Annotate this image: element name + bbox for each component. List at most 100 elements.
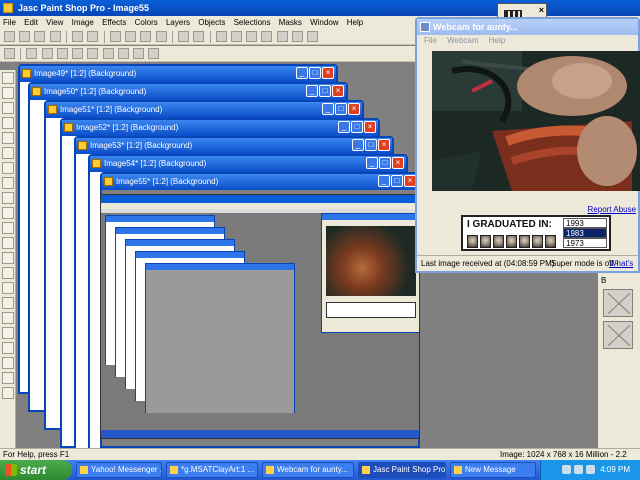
zoom-tool-icon[interactable]	[2, 87, 14, 99]
close-icon[interactable]: ×	[539, 5, 544, 15]
flatten-icon[interactable]	[148, 48, 160, 59]
year-option[interactable]: 1993	[563, 218, 607, 228]
task-yahoo-messenger[interactable]: Yahoo! Messenger ...	[76, 462, 162, 478]
menu-file[interactable]: File	[0, 16, 19, 29]
arrow-tool-icon[interactable]	[2, 72, 14, 84]
deform-tool-icon[interactable]	[2, 102, 14, 114]
preset-shapes-icon[interactable]	[2, 357, 14, 369]
save-icon[interactable]	[34, 31, 46, 42]
copy-icon[interactable]	[125, 31, 137, 42]
browse-icon[interactable]	[155, 31, 167, 42]
minimize-button[interactable]: _	[366, 157, 378, 169]
lasso-tool-icon[interactable]	[2, 162, 14, 174]
webcam-window[interactable]: Webcam for aunty... File Webcam Help Rep…	[415, 17, 640, 284]
menu-view[interactable]: View	[43, 16, 66, 29]
layer-palette-icon[interactable]	[261, 31, 273, 42]
minimize-button[interactable]: _	[322, 103, 334, 115]
document-title-bar[interactable]: Image53* [1:2] (Background) _ □ ×	[76, 138, 392, 154]
menu-image[interactable]: Image	[69, 16, 97, 29]
year-option[interactable]: 1973	[563, 238, 607, 248]
merge-icon[interactable]	[133, 48, 145, 59]
help-icon[interactable]	[307, 31, 319, 42]
picture-tube-tool-icon[interactable]	[2, 297, 14, 309]
brush-variance-icon[interactable]	[26, 48, 38, 59]
maximize-button[interactable]: □	[351, 121, 363, 133]
task-new-message[interactable]: New Message	[450, 462, 536, 478]
screen-capture-icon[interactable]	[178, 31, 190, 42]
webcam-menu-file[interactable]: File	[420, 36, 441, 45]
maximize-button[interactable]: □	[391, 175, 403, 187]
document-title-bar[interactable]: Image55* [1:2] (Background) _ □ ×	[102, 174, 418, 190]
minimize-button[interactable]: _	[338, 121, 350, 133]
minimize-button[interactable]: _	[378, 175, 390, 187]
picture-tube-icon[interactable]	[41, 48, 53, 59]
new-file-icon[interactable]	[4, 31, 15, 42]
year-list[interactable]: 1993 1983 1973	[563, 218, 607, 248]
maximize-button[interactable]: □	[379, 157, 391, 169]
undo-icon[interactable]	[72, 31, 84, 42]
clock[interactable]: 4:09 PM	[600, 465, 630, 474]
layers-icon[interactable]	[102, 48, 114, 59]
maximize-button[interactable]: □	[319, 85, 331, 97]
style-swatch[interactable]	[603, 289, 633, 317]
move-tool-icon[interactable]	[2, 117, 14, 129]
maximize-button[interactable]: □	[309, 67, 321, 79]
print-icon[interactable]	[49, 31, 61, 42]
gamma-icon[interactable]	[193, 31, 205, 42]
menu-help[interactable]: Help	[344, 16, 366, 29]
magic-wand-icon[interactable]	[2, 177, 14, 189]
selection-tool-icon[interactable]	[2, 147, 14, 159]
stamp-icon[interactable]	[56, 48, 68, 59]
effects-browser-icon[interactable]	[72, 48, 84, 59]
dropper-icon[interactable]	[2, 192, 14, 204]
close-button[interactable]: ×	[364, 121, 376, 133]
webcam-title-bar[interactable]: Webcam for aunty...	[417, 19, 638, 35]
menu-objects[interactable]: Objects	[195, 16, 228, 29]
minimize-button[interactable]: _	[306, 85, 318, 97]
maximize-button[interactable]: □	[335, 103, 347, 115]
document-title-bar[interactable]: Image52* [1:2] (Background) _ □ ×	[62, 120, 378, 136]
close-button[interactable]: ×	[322, 67, 334, 79]
script-icon[interactable]	[291, 31, 303, 42]
draw-tool-icon[interactable]	[2, 372, 14, 384]
redo-icon[interactable]	[87, 31, 99, 42]
overview-icon[interactable]	[276, 31, 288, 42]
flood-fill-icon[interactable]	[2, 327, 14, 339]
document-title-bar[interactable]: Image51* [1:2] (Background) _ □ ×	[46, 102, 362, 118]
paintbrush-icon[interactable]	[2, 207, 14, 219]
cut-icon[interactable]	[109, 31, 121, 42]
tray-network-icon[interactable]	[561, 465, 571, 475]
color-palette-icon[interactable]	[215, 31, 227, 42]
deform-icon[interactable]	[87, 48, 99, 59]
menu-selections[interactable]: Selections	[231, 16, 274, 29]
menu-effects[interactable]: Effects	[99, 16, 129, 29]
report-abuse-link[interactable]: Report Abuse	[588, 205, 636, 214]
menu-layers[interactable]: Layers	[163, 16, 193, 29]
menu-colors[interactable]: Colors	[132, 16, 161, 29]
webcam-menu-webcam[interactable]: Webcam	[443, 36, 482, 45]
eraser-icon[interactable]	[2, 282, 14, 294]
menu-edit[interactable]: Edit	[21, 16, 41, 29]
document-title-bar[interactable]: Image50* [1:2] (Background) _ □ ×	[30, 84, 346, 100]
start-button[interactable]: start	[0, 460, 72, 480]
maximize-button[interactable]: □	[365, 139, 377, 151]
retouch-icon[interactable]	[2, 252, 14, 264]
task-paint-shop-pro[interactable]: Jasc Paint Shop Pro...	[358, 462, 446, 478]
scratch-remover-icon[interactable]	[2, 267, 14, 279]
minimize-button[interactable]: _	[352, 139, 364, 151]
webcam-menu-help[interactable]: Help	[485, 36, 509, 45]
color-replacer-icon[interactable]	[2, 237, 14, 249]
task-clayart[interactable]: *g.MSATClayArt:1 ...	[166, 462, 258, 478]
close-button[interactable]: ×	[332, 85, 344, 97]
crop-tool-icon[interactable]	[2, 132, 14, 144]
close-button[interactable]: ×	[348, 103, 360, 115]
document-title-bar[interactable]: Image54* [1:2] (Background) _ □ ×	[90, 156, 406, 172]
graduated-banner[interactable]: I GRADUATED IN: 1993 1983 1973	[461, 215, 611, 251]
text-tool-icon[interactable]	[2, 342, 14, 354]
texture-swatch[interactable]	[603, 321, 633, 349]
document-title-bar[interactable]: Image49* [1:2] (Background) _ □ ×	[20, 66, 336, 82]
clone-brush-icon[interactable]	[2, 222, 14, 234]
arrange-icon[interactable]	[4, 48, 15, 59]
minimize-button[interactable]: _	[296, 67, 308, 79]
menu-window[interactable]: Window	[307, 16, 341, 29]
